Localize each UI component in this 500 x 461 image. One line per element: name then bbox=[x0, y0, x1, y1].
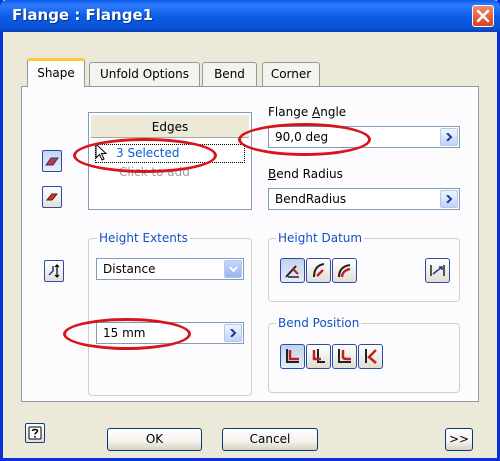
close-icon bbox=[476, 9, 490, 23]
loop-select-button[interactable] bbox=[42, 186, 62, 208]
flange-angle-menu-button[interactable] bbox=[440, 128, 458, 146]
bend-position-face-button[interactable] bbox=[332, 344, 357, 369]
height-extents-mode: Distance bbox=[103, 262, 156, 276]
datum-tangent-icon bbox=[338, 264, 351, 278]
loop-select-icon bbox=[45, 193, 59, 201]
bend-position-inside-icon bbox=[286, 349, 299, 363]
height-datum-title: Height Datum bbox=[276, 231, 365, 245]
datum-inner-icon bbox=[285, 265, 299, 278]
flip-direction-button[interactable] bbox=[44, 260, 64, 282]
help-button[interactable] bbox=[25, 423, 45, 443]
bend-position-outside-icon bbox=[312, 349, 325, 363]
flange-angle-label: Flange Angle bbox=[268, 105, 347, 119]
bend-position-outside-button[interactable] bbox=[306, 344, 331, 369]
bend-position-tangent-icon bbox=[365, 349, 377, 364]
datum-aligned-icon bbox=[430, 265, 445, 276]
chevron-right-icon bbox=[446, 195, 453, 203]
tab-shape[interactable]: Shape bbox=[27, 58, 85, 87]
mouse-cursor-icon bbox=[95, 143, 108, 161]
cancel-button[interactable]: Cancel bbox=[222, 428, 318, 451]
bend-radius-value: BendRadius bbox=[275, 192, 347, 206]
datum-aligned-button[interactable] bbox=[425, 258, 450, 283]
ok-button[interactable]: OK bbox=[107, 428, 202, 451]
close-button[interactable] bbox=[472, 5, 494, 27]
edges-header: Edges bbox=[91, 115, 249, 138]
bend-radius-label: Bend Radius bbox=[268, 167, 343, 181]
edges-add-hint: Click to add bbox=[119, 165, 190, 179]
flip-direction-icon bbox=[48, 264, 60, 278]
window-title: Flange : Flange1 bbox=[12, 6, 154, 24]
height-distance-menu-button[interactable] bbox=[224, 324, 242, 342]
bend-position-title: Bend Position bbox=[276, 316, 362, 330]
datum-outer-icon bbox=[313, 263, 325, 278]
bend-position-tangent-button[interactable] bbox=[358, 344, 383, 369]
tab-unfold-options[interactable]: Unfold Options bbox=[89, 62, 200, 86]
flange-angle-value: 90,0 deg bbox=[275, 130, 329, 144]
height-extents-dropdown-button[interactable] bbox=[224, 260, 242, 278]
chevron-down-icon bbox=[229, 266, 238, 273]
edge-select-icon bbox=[45, 157, 59, 166]
height-extents-title: Height Extents bbox=[97, 231, 190, 245]
bend-position-inside-button[interactable] bbox=[280, 344, 305, 369]
edge-select-button[interactable] bbox=[42, 150, 62, 172]
bend-radius-menu-button[interactable] bbox=[440, 190, 458, 208]
chevron-right-icon bbox=[446, 133, 453, 141]
chevron-right-icon bbox=[230, 329, 237, 337]
edges-selector[interactable]: Edges 3 Selected Click to add bbox=[88, 112, 252, 210]
tab-bend[interactable]: Bend bbox=[202, 62, 257, 86]
more-options-button[interactable]: >> bbox=[445, 428, 473, 451]
height-distance-field[interactable]: 15 mm bbox=[96, 322, 244, 344]
height-distance-value: 15 mm bbox=[103, 326, 146, 340]
bend-position-face-icon bbox=[338, 349, 352, 363]
datum-inner-button[interactable] bbox=[280, 258, 305, 283]
flange-angle-field[interactable]: 90,0 deg bbox=[268, 126, 460, 148]
datum-tangent-button[interactable] bbox=[332, 258, 357, 283]
help-icon bbox=[28, 426, 42, 440]
title-bar[interactable]: Flange : Flange1 bbox=[0, 0, 500, 32]
height-extents-combo[interactable]: Distance bbox=[96, 258, 244, 280]
tab-corner[interactable]: Corner bbox=[262, 62, 320, 86]
bend-radius-field[interactable]: BendRadius bbox=[268, 188, 460, 210]
datum-outer-button[interactable] bbox=[306, 258, 331, 283]
edges-selected-item[interactable]: 3 Selected bbox=[95, 144, 245, 163]
